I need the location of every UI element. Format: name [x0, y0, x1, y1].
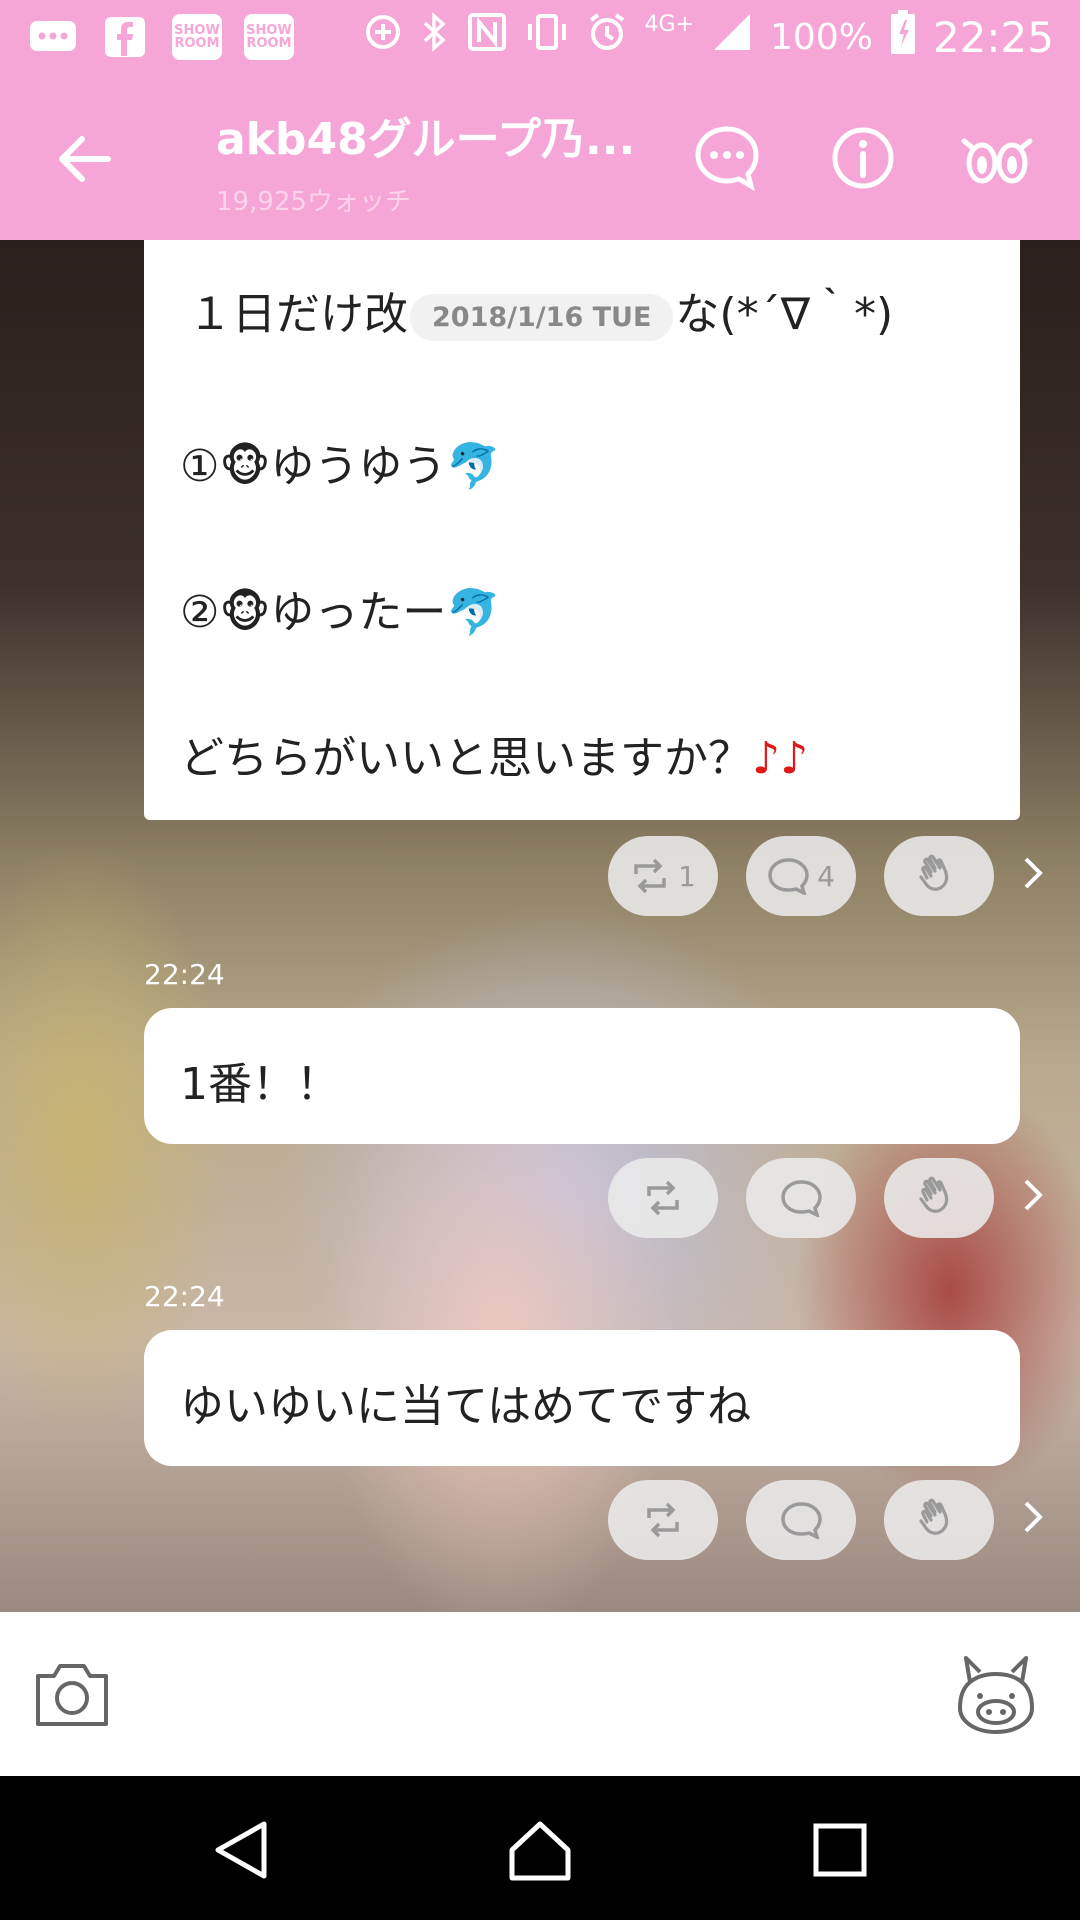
vibrate-icon	[525, 12, 569, 62]
network-type: 4G+	[644, 12, 695, 37]
showroom-icon: SHOW ROOM	[244, 14, 294, 60]
message-text: ゆいゆいに当てはめてですね	[180, 1381, 752, 1432]
date-divider-badge: 2018/1/16 TUE	[410, 293, 674, 341]
comment-icon	[781, 1180, 822, 1217]
comment-button[interactable]: 4	[746, 836, 856, 916]
clap-hands-icon	[919, 1498, 949, 1535]
retweet-icon	[634, 858, 666, 894]
chevron-right-icon[interactable]	[1018, 853, 1048, 893]
message-timestamp: 22:24	[144, 1280, 225, 1313]
message-bubble[interactable]: ゆいゆいに当てはめてですね	[144, 1330, 1020, 1466]
retweet-icon	[647, 1180, 679, 1216]
message-bubble[interactable]: 1番！！	[144, 1008, 1020, 1144]
chat-bubble-icon	[28, 14, 78, 60]
home-icon[interactable]	[508, 1818, 572, 1882]
signal-icon	[712, 12, 752, 62]
retweet-button[interactable]	[608, 1480, 718, 1560]
chat-icon[interactable]	[692, 123, 762, 193]
clap-button[interactable]	[884, 1480, 994, 1560]
status-bar: SHOW ROOM SHOW ROOM 4G+ 100% 22:25	[0, 0, 1080, 75]
battery-icon	[890, 10, 915, 64]
clap-button[interactable]	[884, 1158, 994, 1238]
message-text: 1番！！	[180, 1059, 340, 1110]
battery-percent: 100%	[770, 16, 873, 58]
clock: 22:25	[932, 12, 1054, 62]
post-line-1: １日だけ改 2018/1/16 TUE な(*´∇｀*)	[188, 289, 894, 341]
room-title-group: akb48グループ乃... 19,925ウォッチ	[216, 103, 636, 218]
clap-button[interactable]	[884, 836, 994, 916]
bluetooth-icon	[421, 12, 449, 62]
room-title: akb48グループ乃...	[216, 114, 636, 165]
post-actions: 1 4	[608, 836, 994, 916]
comment-button[interactable]	[746, 1480, 856, 1560]
showroom-icon: SHOW ROOM	[172, 14, 222, 60]
chevron-right-icon[interactable]	[1018, 1175, 1048, 1215]
nfc-icon	[467, 12, 507, 62]
info-icon[interactable]	[828, 123, 898, 193]
post-option-1: ①🐵ゆうゆう🐬	[180, 441, 502, 492]
watch-eyes-icon[interactable]	[960, 123, 1033, 193]
stamp-icon[interactable]	[956, 1652, 1036, 1736]
alarm-icon	[587, 12, 627, 62]
message-actions	[608, 1158, 994, 1238]
back-arrow-icon[interactable]	[52, 127, 116, 191]
retweet-button[interactable]: 1	[608, 836, 718, 916]
message-actions	[608, 1480, 994, 1560]
clap-hands-icon	[919, 1176, 949, 1213]
comment-icon	[781, 1502, 822, 1539]
facebook-icon	[100, 14, 150, 60]
input-bar	[0, 1612, 1080, 1776]
comment-icon	[768, 858, 809, 895]
watch-count: 19,925ウォッチ	[216, 187, 411, 217]
retweet-button[interactable]	[608, 1158, 718, 1238]
post-card[interactable]: １日だけ改 2018/1/16 TUE な(*´∇｀*) ①🐵ゆうゆう🐬 ②🐵ゆった…	[144, 240, 1020, 820]
post-option-2: ②🐵ゆったー🐬	[180, 587, 502, 638]
app-bar: akb48グループ乃... 19,925ウォッチ	[0, 75, 1080, 240]
message-timestamp: 22:24	[144, 958, 225, 991]
back-triangle-icon[interactable]	[210, 1818, 274, 1882]
chevron-right-icon[interactable]	[1018, 1497, 1048, 1537]
data-saver-icon	[363, 12, 403, 62]
post-question: どちらがいいと思いますか？♪♪	[180, 733, 809, 784]
comment-button[interactable]	[746, 1158, 856, 1238]
notification-icons: SHOW ROOM SHOW ROOM	[28, 14, 294, 60]
camera-icon[interactable]	[34, 1658, 110, 1730]
retweet-icon	[647, 1502, 679, 1538]
system-nav-bar	[0, 1776, 1080, 1920]
system-indicators: 4G+ 100% 22:25	[363, 10, 1054, 64]
music-notes: ♪♪	[752, 733, 809, 784]
recents-icon[interactable]	[808, 1818, 872, 1882]
clap-hands-icon	[919, 854, 949, 891]
